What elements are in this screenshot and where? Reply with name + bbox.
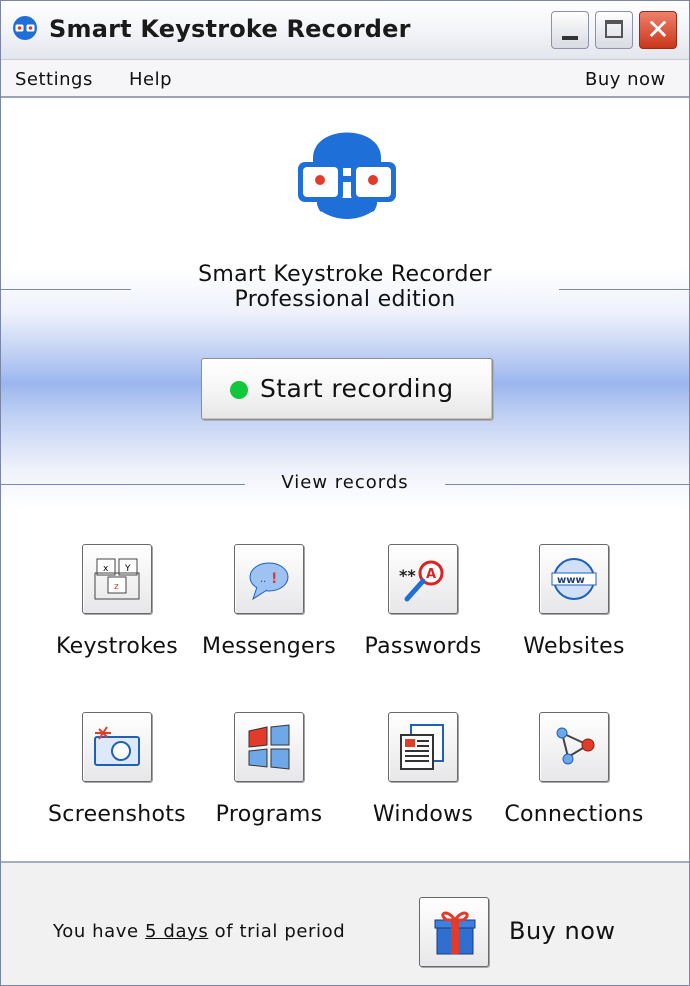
record-label-messengers: Messengers [202,634,336,659]
record-tile-keystrokes[interactable]: x Y z Keystrokes [32,544,202,684]
document-window-icon[interactable] [388,712,458,782]
trial-days-link[interactable]: 5 days [145,921,208,942]
buy-now-button[interactable] [419,897,489,967]
product-name: Smart Keystroke Recorder [198,262,492,287]
menu-settings[interactable]: Settings [15,69,93,90]
record-tile-windows[interactable]: Windows [338,712,508,852]
app-window: Smart Keystroke Recorder ✕ Settings Help… [0,0,690,986]
main-panel: Smart Keystroke Recorder Professional ed… [1,98,689,861]
menu-buy-now[interactable]: Buy now [585,69,666,90]
svg-text:www: www [557,575,585,586]
camera-icon[interactable] [82,712,152,782]
menu-help[interactable]: Help [129,69,172,90]
start-recording-button[interactable]: Start recording [201,358,493,420]
record-label-windows: Windows [372,802,474,827]
maximize-button[interactable] [595,11,633,49]
network-nodes-icon[interactable] [539,712,609,782]
start-recording-label: Start recording [260,374,454,403]
record-label-passwords: Passwords [364,634,482,659]
divider-view-left [1,484,245,485]
gift-box-icon [434,911,476,955]
record-tile-websites[interactable]: www Websites [489,544,659,684]
svg-text:**: ** [399,566,416,585]
svg-text:z: z [114,582,119,592]
record-tile-programs[interactable]: Programs [184,712,354,852]
trial-suffix: of trial period [208,921,346,942]
product-edition: Professional edition [234,287,456,312]
footer-panel: You have 5 days of trial period Buy now [1,861,689,985]
password-magnifier-icon[interactable]: ** A [388,544,458,614]
maximize-icon [605,20,623,38]
mascot-face-icon [298,132,396,224]
svg-text:..: .. [260,574,266,585]
close-icon: ✕ [646,13,670,46]
view-records-heading: View records [281,472,409,493]
svg-text:Y: Y [124,564,131,574]
divider-right [559,289,689,290]
app-eyes-icon [13,16,37,40]
www-globe-icon[interactable]: www [539,544,609,614]
svg-text:!: ! [271,571,277,587]
record-label-websites: Websites [523,634,625,659]
trial-prefix: You have [53,921,146,942]
record-tile-screenshots[interactable]: Screenshots [32,712,202,852]
status-dot-icon [230,381,248,399]
divider-view-right [445,484,689,485]
svg-text:x: x [103,564,109,574]
record-tile-passwords[interactable]: ** A Passwords [338,544,508,684]
record-label-keystrokes: Keystrokes [56,634,178,659]
record-label-screenshots: Screenshots [48,802,186,827]
record-label-programs: Programs [215,802,323,827]
divider-left [1,289,131,290]
record-label-connections: Connections [504,802,644,827]
record-tile-messengers[interactable]: .. ! Messengers [184,544,354,684]
buy-now-label[interactable]: Buy now [509,917,616,945]
window-title: Smart Keystroke Recorder [49,15,411,43]
title-bar[interactable]: Smart Keystroke Recorder ✕ [1,1,689,60]
svg-text:A: A [426,567,436,582]
menu-bar: Settings Help Buy now [1,60,689,98]
minimize-icon [562,36,578,40]
close-button[interactable]: ✕ [639,11,677,49]
record-tile-connections[interactable]: Connections [489,712,659,852]
chat-bubble-icon[interactable]: .. ! [234,544,304,614]
windows-flag-icon[interactable] [234,712,304,782]
trial-notice: You have 5 days of trial period [53,921,345,942]
keyboard-keys-icon[interactable]: x Y z [82,544,152,614]
minimize-button[interactable] [551,11,589,49]
